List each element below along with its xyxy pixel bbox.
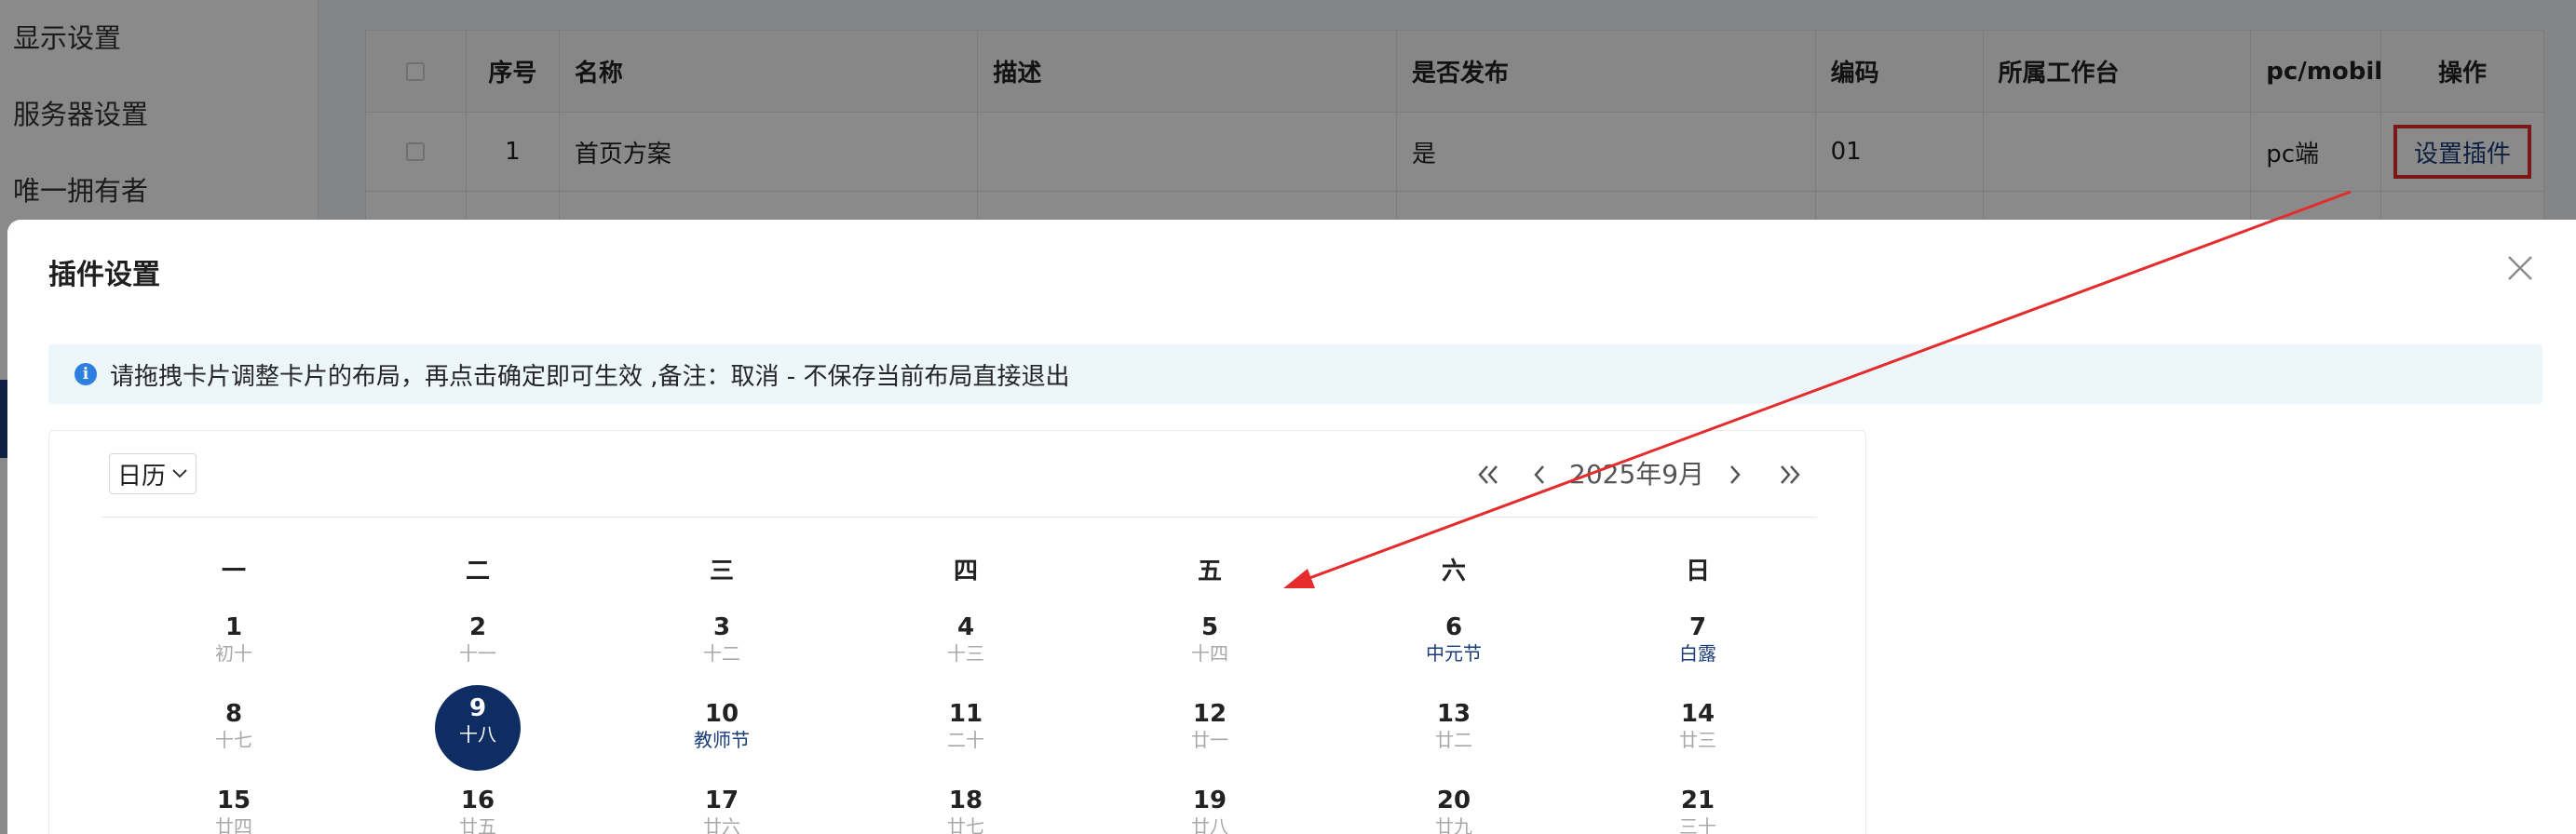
calendar-day[interactable]: 18 廿七 <box>923 781 1009 834</box>
day-number: 3 <box>712 613 731 641</box>
calendar-day[interactable]: 14 廿三 <box>1655 694 1741 780</box>
day-number: 10 <box>704 700 739 728</box>
weekday-header: 日 <box>1685 558 1710 585</box>
calendar-day[interactable]: 13 廿二 <box>1411 694 1497 780</box>
next-year-icon[interactable] <box>1776 453 1804 496</box>
day-lunar-label: 廿七 <box>947 815 984 834</box>
calendar-day[interactable]: 20 廿九 <box>1411 781 1497 834</box>
day-number: 14 <box>1680 700 1715 728</box>
day-lunar-label: 初十 <box>215 642 252 665</box>
next-month-icon[interactable] <box>1726 453 1744 496</box>
day-number: 4 <box>956 613 975 641</box>
day-festival-label: 教师节 <box>694 729 750 751</box>
alert-text: 请拖拽卡片调整卡片的布局，再点击确定即可生效 ,备注：取消 - 不保存当前布局直… <box>110 362 1070 391</box>
close-icon[interactable] <box>2503 251 2537 285</box>
day-number: 12 <box>1192 700 1227 728</box>
calendar-day[interactable]: 17 廿六 <box>679 781 765 834</box>
day-lunar-label: 十一 <box>459 642 496 665</box>
day-lunar-label: 十四 <box>1191 642 1228 665</box>
calendar-mode-label: 日历 <box>117 462 167 491</box>
calendar-day[interactable]: 10 教师节 <box>679 694 765 780</box>
day-number: 1 <box>224 613 243 641</box>
day-lunar-label: 廿二 <box>1435 729 1472 751</box>
weekday-header: 二 <box>465 558 490 585</box>
day-lunar-label: 廿五 <box>459 815 496 834</box>
day-number: 5 <box>1200 613 1219 641</box>
weekday-header: 一 <box>221 558 246 585</box>
calendar-day[interactable]: 3 十二 <box>679 608 765 693</box>
prev-year-icon[interactable] <box>1474 453 1502 496</box>
calendar-day[interactable]: 2 十一 <box>435 608 521 693</box>
day-festival-label: 中元节 <box>1426 642 1482 665</box>
calendar-day[interactable]: 15 廿四 <box>191 781 277 834</box>
day-lunar-label: 廿八 <box>1191 815 1228 834</box>
prev-month-icon[interactable] <box>1530 453 1549 496</box>
calendar-mode-select[interactable]: 日历 <box>109 453 197 494</box>
day-number: 6 <box>1444 613 1463 641</box>
calendar-day-selected[interactable]: 9 十八 <box>435 685 521 771</box>
day-number: 11 <box>948 700 983 728</box>
info-alert: i 请拖拽卡片调整卡片的布局，再点击确定即可生效 ,备注：取消 - 不保存当前布… <box>48 344 2542 404</box>
day-number: 20 <box>1436 787 1471 814</box>
calendar-day[interactable]: 21 三十 <box>1655 781 1741 834</box>
day-lunar-label: 三十 <box>1679 815 1716 834</box>
calendar-day[interactable]: 5 十四 <box>1167 608 1253 693</box>
weekday-header: 三 <box>709 558 734 585</box>
day-number: 17 <box>704 787 739 814</box>
weekday-header: 六 <box>1441 558 1466 585</box>
calendar-day[interactable]: 12 廿一 <box>1167 694 1253 780</box>
day-lunar-label: 十三 <box>947 642 984 665</box>
day-festival-label: 白露 <box>1679 642 1716 665</box>
calendar-day[interactable]: 4 十三 <box>923 608 1009 693</box>
calendar-card[interactable]: 日历 2025年9月 一 二 三 四 五 六 日 1 初十 2 十一 3 十二 4 十三 5 十四 6 中元节 7 白… <box>48 430 1866 834</box>
day-number: 15 <box>216 787 251 814</box>
calendar-day[interactable]: 7 白露 <box>1655 608 1741 693</box>
day-lunar-label: 廿四 <box>215 815 252 834</box>
day-number: 21 <box>1680 787 1715 814</box>
day-number: 13 <box>1436 700 1471 728</box>
modal-title: 插件设置 <box>48 259 160 291</box>
calendar-day[interactable]: 11 二十 <box>923 694 1009 780</box>
info-icon: i <box>75 363 97 385</box>
day-number: 9 <box>468 694 487 722</box>
calendar-month-label: 2025年9月 <box>1569 459 1705 490</box>
day-lunar-label: 廿九 <box>1435 815 1472 834</box>
weekday-header: 四 <box>953 558 978 585</box>
calendar-day[interactable]: 6 中元节 <box>1411 608 1497 693</box>
day-lunar-label: 廿六 <box>703 815 740 834</box>
day-number: 8 <box>224 700 243 728</box>
calendar-day[interactable]: 8 十七 <box>191 694 277 780</box>
day-number: 2 <box>468 613 487 641</box>
day-number: 16 <box>460 787 495 814</box>
day-number: 7 <box>1688 613 1707 641</box>
day-lunar-label: 十七 <box>215 729 252 751</box>
day-lunar-label: 廿三 <box>1679 729 1716 751</box>
day-lunar-label: 二十 <box>947 729 984 751</box>
day-lunar-label: 十八 <box>459 723 496 746</box>
day-lunar-label: 廿一 <box>1191 729 1228 751</box>
chevron-down-icon <box>172 469 187 478</box>
day-number: 18 <box>948 787 983 814</box>
day-lunar-label: 十二 <box>703 642 740 665</box>
weekday-header: 五 <box>1197 558 1222 585</box>
day-number: 19 <box>1192 787 1227 814</box>
calendar-divider <box>102 517 1817 518</box>
calendar-day[interactable]: 19 廿八 <box>1167 781 1253 834</box>
calendar-day[interactable]: 16 廿五 <box>435 781 521 834</box>
plugin-settings-modal: 插件设置 i 请拖拽卡片调整卡片的布局，再点击确定即可生效 ,备注：取消 - 不… <box>7 220 2576 834</box>
calendar-day[interactable]: 1 初十 <box>191 608 277 693</box>
